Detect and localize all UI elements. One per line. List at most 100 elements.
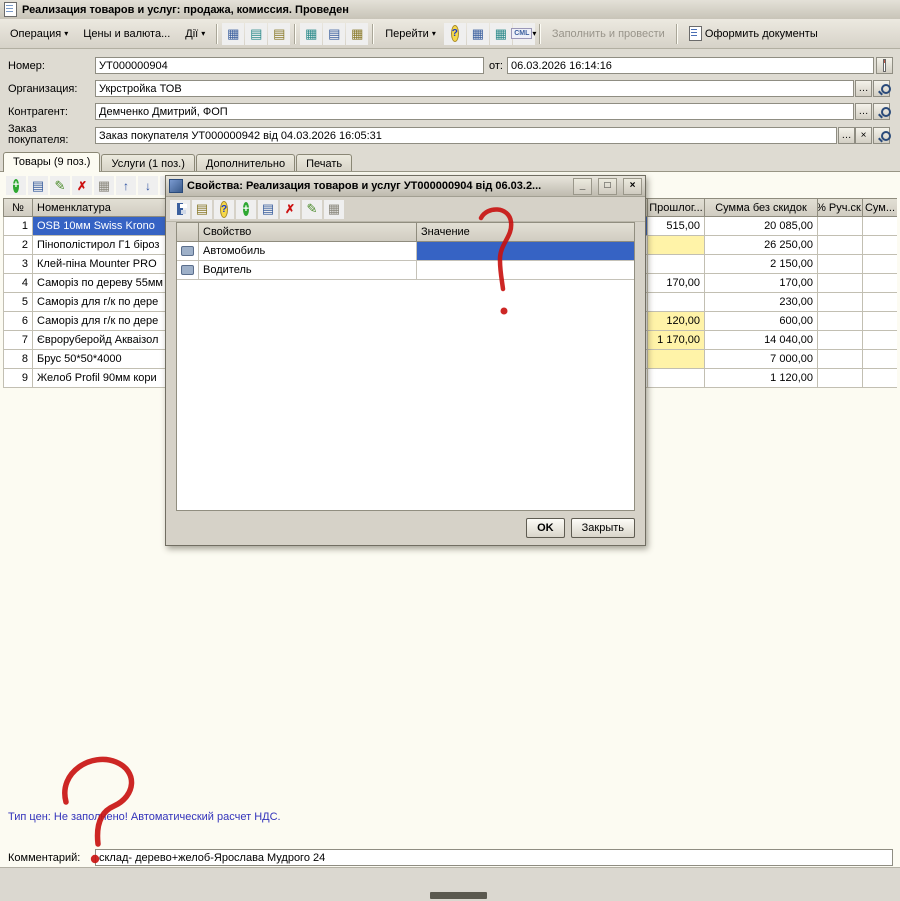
edit-row-button[interactable]: ✎ (50, 176, 70, 195)
horizontal-scrollbar-thumb[interactable] (430, 892, 487, 899)
xml-exchange-button[interactable]: CML ▾ (511, 22, 536, 45)
dialog-close-button[interactable]: × (623, 177, 642, 195)
add-icon: + (12, 178, 20, 193)
tab-1[interactable]: Товары (9 поз.) (3, 152, 101, 172)
header-manual-discount[interactable]: % Руч.ск. (818, 198, 863, 217)
prices-currency-button[interactable]: Цены и валюта... (76, 23, 177, 45)
price-cell: 120,00 (648, 312, 705, 331)
date-input[interactable] (507, 57, 874, 74)
unpost-icon: ▤ (328, 25, 341, 41)
comment-input[interactable] (95, 849, 893, 866)
order-list-button[interactable]: ▦ (94, 176, 114, 195)
organization-input[interactable] (95, 80, 854, 97)
contractor-input[interactable] (95, 103, 854, 120)
move-down-button[interactable]: ↓ (138, 176, 158, 195)
table-icon: ▦ (471, 25, 484, 41)
header-marker (177, 223, 199, 242)
row-number-cell: 1 (3, 217, 33, 236)
make-documents-button[interactable]: Оформить документы (682, 23, 825, 45)
xml-icon: CML (511, 28, 533, 39)
organization-open-button[interactable] (873, 80, 891, 97)
main-toolbar: Операция ▾ Цены и валюта... Дії ▾ ▦ ▤ ▤ … (0, 19, 900, 49)
dialog-icon (169, 179, 183, 193)
actions-menu-button[interactable]: Дії ▾ (178, 23, 212, 45)
structure-button[interactable]: ▦ (489, 22, 512, 45)
header-sum[interactable]: Сум... (863, 198, 897, 217)
properties-table: Свойство Значение Автомобиль Водитель (176, 222, 635, 511)
movements-button[interactable]: ▦ (346, 22, 369, 45)
make-documents-icon (688, 26, 702, 41)
dialog-save-button[interactable] (170, 199, 190, 219)
price-cell: 1 170,00 (648, 331, 705, 350)
dialog-disabled-button[interactable]: ▦ (324, 199, 344, 219)
header-price[interactable]: Прошлог... (648, 198, 705, 217)
header-sum-no-discount[interactable]: Сумма без скидок (705, 198, 818, 217)
dialog-copy-button[interactable]: ▤ (258, 199, 278, 219)
price-cell (648, 236, 705, 255)
reread-button[interactable]: ▤ (245, 22, 268, 45)
manual-discount-cell (818, 255, 863, 274)
select-list-button[interactable]: ▦ (222, 22, 245, 45)
calendar-button[interactable] (876, 57, 893, 74)
copy-button[interactable]: ▤ (268, 22, 291, 45)
properties-table-body: Автомобиль Водитель (177, 242, 634, 280)
magnifier-icon (880, 106, 891, 118)
order-clear-button[interactable]: × (855, 127, 872, 144)
manual-discount-cell (818, 293, 863, 312)
sum-no-discount-cell: 2 150,00 (705, 255, 818, 274)
tab-3[interactable]: Дополнительно (195, 154, 296, 172)
order-open-button[interactable] (873, 127, 891, 144)
close-button[interactable]: Закрыть (570, 518, 635, 538)
header-value[interactable]: Значение (417, 223, 634, 242)
property-row[interactable]: Автомобиль (177, 242, 634, 261)
dialog-write-button[interactable]: ▤ (192, 199, 212, 219)
dialog-delete-button[interactable]: ✗ (280, 199, 300, 219)
property-value-cell[interactable] (417, 242, 634, 261)
dialog-minimize-button[interactable]: _ (573, 177, 592, 195)
price-cell (648, 369, 705, 388)
dialog-titlebar[interactable]: Свойства: Реализация товаров и услуг УТ0… (166, 176, 645, 197)
report-table-button[interactable]: ▦ (466, 22, 489, 45)
move-up-button[interactable]: ↑ (116, 176, 136, 195)
operation-menu-button[interactable]: Операция ▾ (3, 23, 75, 45)
header-property[interactable]: Свойство (199, 223, 417, 242)
property-row[interactable]: Водитель (177, 261, 634, 280)
structure-icon: ▦ (494, 25, 507, 41)
price-cell: 170,00 (648, 274, 705, 293)
dialog-add-button[interactable]: + (236, 199, 256, 219)
goto-menu-button[interactable]: Перейти ▾ (378, 23, 443, 45)
window-titlebar: Реализация товаров и услуг: продажа, ком… (0, 0, 900, 20)
organization-select-button[interactable]: … (855, 80, 872, 97)
toolbar-separator (538, 23, 541, 44)
unpost-document-button[interactable]: ▤ (323, 22, 346, 45)
add-row-button[interactable]: + (6, 176, 26, 195)
tab-4[interactable]: Печать (296, 154, 353, 172)
help-button[interactable]: ? (443, 22, 466, 45)
post-document-button[interactable]: ▦ (300, 22, 323, 45)
tab-2[interactable]: Услуги (1 поз.) (101, 154, 195, 172)
dialog-maximize-button[interactable]: □ (598, 177, 617, 195)
order-select-button[interactable]: … (838, 127, 855, 144)
manual-discount-cell (818, 369, 863, 388)
contractor-open-button[interactable] (873, 103, 891, 120)
copy-icon: ▤ (273, 25, 286, 41)
header-num[interactable]: № (3, 198, 33, 217)
row-number-cell: 3 (3, 255, 33, 274)
contractor-select-button[interactable]: … (855, 103, 872, 120)
document-icon (4, 2, 17, 17)
copy-row-button[interactable]: ▤ (28, 176, 48, 195)
sum-cell (863, 274, 897, 293)
ok-button[interactable]: OK (526, 518, 565, 538)
price-cell (648, 350, 705, 369)
dialog-help-button[interactable]: ? (214, 199, 234, 219)
sum-no-discount-cell: 20 085,00 (705, 217, 818, 236)
number-input[interactable] (95, 57, 484, 74)
operation-menu-label: Операция (10, 27, 62, 40)
dialog-edit-button[interactable]: ✎ (302, 199, 322, 219)
property-marker (177, 261, 199, 280)
delete-row-button[interactable]: ✗ (72, 176, 92, 195)
fill-and-post-button[interactable]: Заполнить и провести (545, 23, 672, 45)
row-number-cell: 7 (3, 331, 33, 350)
property-value-cell[interactable] (417, 261, 634, 280)
order-input[interactable] (95, 127, 837, 144)
